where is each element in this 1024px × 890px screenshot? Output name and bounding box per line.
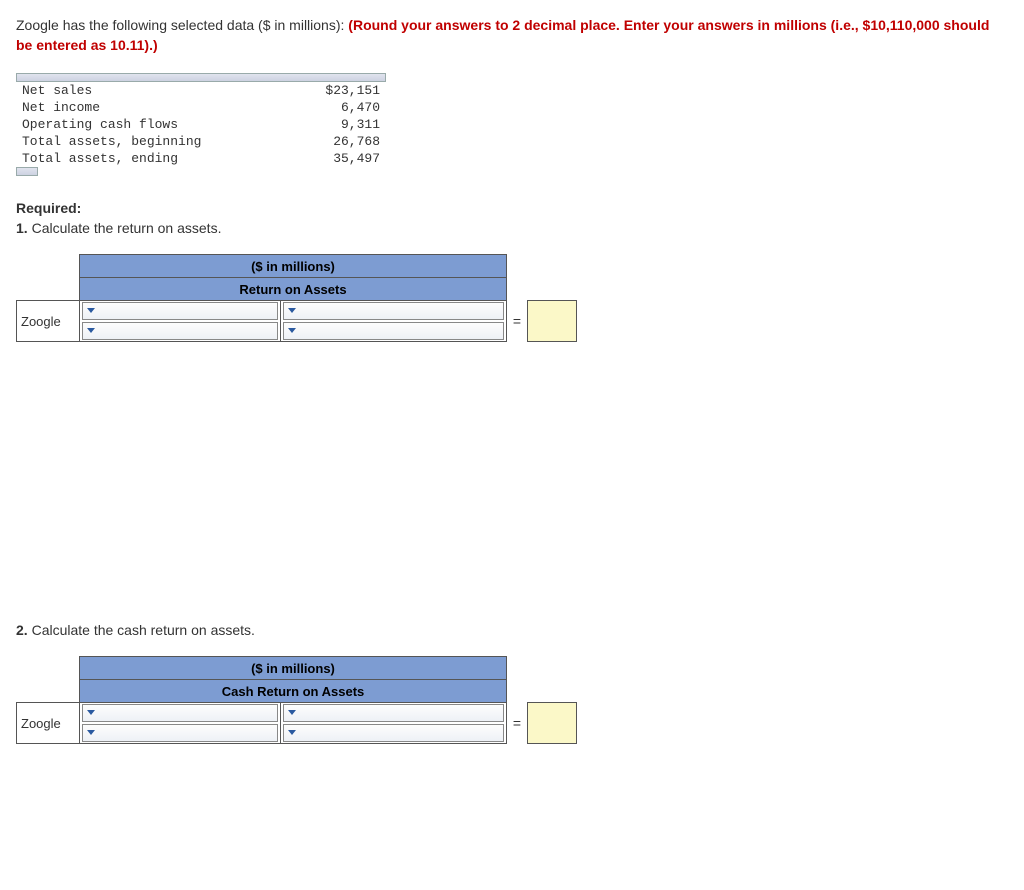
data-value: 26,768: [290, 133, 386, 150]
data-label: Net income: [16, 99, 290, 116]
q1-text: Calculate the return on assets.: [32, 220, 222, 236]
q2-denominator-cell[interactable]: [281, 703, 507, 744]
q1-result-input[interactable]: [528, 301, 577, 342]
table-row: Total assets, beginning 26,768: [16, 133, 386, 150]
table-row: Net sales $23,151: [16, 82, 386, 99]
data-label: Operating cash flows: [16, 116, 290, 133]
q2-header-top: ($ in millions): [80, 657, 507, 680]
required-label: Required:: [16, 200, 1008, 216]
data-value: 35,497: [290, 150, 386, 167]
q1-header-sub: Return on Assets: [80, 278, 507, 301]
chevron-down-icon: [288, 328, 296, 333]
q2-row-label: Zoogle: [17, 703, 80, 744]
q1-denominator-dropdown-bottom[interactable]: [283, 322, 504, 340]
q2-denominator-dropdown-top[interactable]: [283, 704, 504, 722]
data-value: 9,311: [290, 116, 386, 133]
q1-row-label: Zoogle: [17, 301, 80, 342]
chevron-down-icon: [288, 730, 296, 735]
data-table-top-band: [16, 73, 386, 82]
q1-number: 1.: [16, 220, 28, 236]
q2-prompt: 2. Calculate the cash return on assets.: [16, 622, 1008, 638]
q2-header-sub: Cash Return on Assets: [80, 680, 507, 703]
data-label: Total assets, ending: [16, 150, 290, 167]
q1-denominator-dropdown-top[interactable]: [283, 302, 504, 320]
data-label: Net sales: [16, 82, 290, 99]
q1-equals: =: [507, 301, 528, 342]
q2-numerator-dropdown-top[interactable]: [82, 704, 278, 722]
q1-prompt: 1. Calculate the return on assets.: [16, 220, 1008, 236]
required-section: Required: 1. Calculate the return on ass…: [16, 200, 1008, 236]
q2-denominator-dropdown-bottom[interactable]: [283, 724, 504, 742]
q2-equals: =: [507, 703, 528, 744]
table-row: Net income 6,470: [16, 99, 386, 116]
table-row: Total assets, ending 35,497: [16, 150, 386, 167]
q2-text: Calculate the cash return on assets.: [32, 622, 255, 638]
data-value: $23,151: [290, 82, 386, 99]
data-label: Total assets, beginning: [16, 133, 290, 150]
question-intro: Zoogle has the following selected data (…: [16, 17, 348, 33]
q2-numerator-cell[interactable]: [80, 703, 281, 744]
q1-header-top: ($ in millions): [80, 255, 507, 278]
data-table-bottom-band: [16, 167, 386, 176]
q1-numerator-cell[interactable]: [80, 301, 281, 342]
financial-data-table: Net sales $23,151 Net income 6,470 Opera…: [16, 82, 386, 167]
cash-return-on-assets-table: ($ in millions) Cash Return on Assets Zo…: [16, 656, 577, 744]
q2-numerator-dropdown-bottom[interactable]: [82, 724, 278, 742]
table-row: Operating cash flows 9,311: [16, 116, 386, 133]
q1-numerator-dropdown-bottom[interactable]: [82, 322, 278, 340]
chevron-down-icon: [288, 710, 296, 715]
q1-denominator-cell[interactable]: [281, 301, 507, 342]
q1-numerator-dropdown-top[interactable]: [82, 302, 278, 320]
return-on-assets-table: ($ in millions) Return on Assets Zoogle …: [16, 254, 577, 342]
q2-result-input[interactable]: [528, 703, 577, 744]
chevron-down-icon: [87, 308, 95, 313]
q2-number: 2.: [16, 622, 28, 638]
chevron-down-icon: [87, 328, 95, 333]
question-prompt: Zoogle has the following selected data (…: [16, 16, 1008, 55]
chevron-down-icon: [288, 308, 296, 313]
chevron-down-icon: [87, 730, 95, 735]
data-value: 6,470: [290, 99, 386, 116]
chevron-down-icon: [87, 710, 95, 715]
